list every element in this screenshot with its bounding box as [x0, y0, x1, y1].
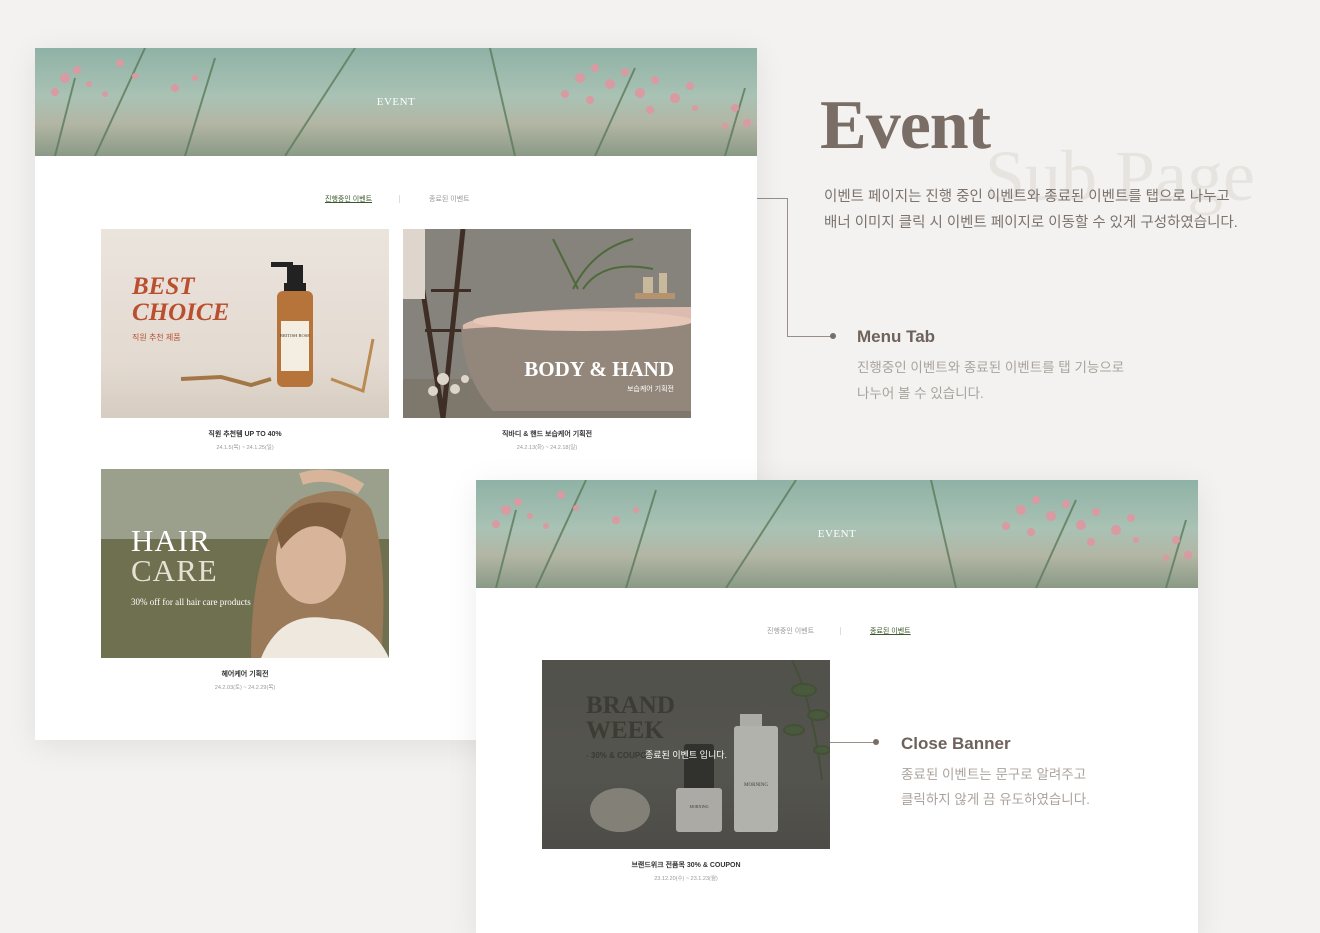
event-date: 24.2.03(토) ~ 24.2.29(목)	[214, 685, 276, 691]
event-card-hair-care[interactable]: HAIR CARE 30% off for all hair care prod…	[101, 469, 389, 691]
event-title: 브랜드위크 전품목 30% & COUPON	[631, 862, 741, 869]
hero-title: EVENT	[376, 96, 416, 108]
menu-tab-desc-2: 나누어 볼 수 있습니다.	[857, 386, 984, 401]
page-description: 이벤트 페이지는 진행 중인 이벤트와 종료된 이벤트를 탭으로 나누고 배너 …	[824, 189, 1238, 231]
tab-divider	[399, 195, 400, 203]
menu-tab-title: Menu Tab	[857, 327, 936, 346]
page-heading: Event	[820, 87, 991, 164]
event-title[interactable]: 직바디 & 핸드 보습케어 기획전	[403, 429, 691, 439]
hero-banner: EVENT	[35, 48, 757, 156]
tab-closed-events[interactable]: 종료된 이벤트	[429, 194, 470, 204]
event-title[interactable]: 직원 추천템 UP TO 40%	[101, 429, 389, 439]
event-banner-image[interactable]: BEST CHOICE 직원 추천 제품 BRITISH ROSE	[101, 229, 389, 418]
event-date: 23.12.20(수) ~ 23.1.23(월)	[654, 876, 718, 882]
product-bottle-illustration: BRITISH ROSE	[180, 262, 375, 394]
close-banner-dot	[873, 739, 879, 745]
close-banner-title: Close Banner	[901, 734, 1011, 753]
event-card-best-choice[interactable]: BEST CHOICE 직원 추천 제품 BRITISH ROSE 직원 추천템…	[101, 229, 389, 451]
hero-title: EVENT	[817, 528, 857, 540]
banner-subtitle: 30% off for all hair care products	[131, 597, 251, 607]
closed-event-label: 종료된 이벤트 입니다.	[644, 750, 728, 760]
event-date: 24.1.5(목) ~ 24.1.25(일)	[216, 445, 274, 451]
event-title[interactable]: 헤어케어 기획전	[101, 669, 389, 679]
banner-subtitle: 보습케어 기획전	[626, 386, 674, 393]
menu-tab-desc-1: 진행중인 이벤트와 종료된 이벤트를 탭 기능으로	[857, 360, 1125, 375]
hero-banner: EVENT	[476, 480, 1198, 588]
event-banner-image-closed: MORNING MORNING BRAND WEEK - 30% & COUPO…	[542, 660, 830, 849]
banner-headline: HAIR CARE	[131, 523, 218, 588]
menu-tab-bar: 진행중인 이벤트 종료된 이벤트	[476, 626, 1198, 640]
tab-ongoing-events[interactable]: 진행중인 이벤트	[767, 626, 814, 636]
banner-headline: BODY & HAND	[524, 357, 674, 381]
tab-divider	[840, 627, 841, 635]
event-card-body-hand[interactable]: BODY & HAND 보습케어 기획전 직바디 & 핸드 보습케어 기획전 2…	[403, 229, 691, 451]
menu-tab-dot	[830, 333, 836, 339]
event-banner-image[interactable]: HAIR CARE 30% off for all hair care prod…	[101, 469, 389, 658]
menu-tab-leader-line-vertical	[787, 198, 788, 336]
menu-tab-leader-line-end	[787, 336, 833, 337]
tab-ongoing-events[interactable]: 진행중인 이벤트	[325, 194, 372, 204]
tab-closed-events[interactable]: 종료된 이벤트	[870, 626, 911, 636]
menu-tab-bar: 진행중인 이벤트 종료된 이벤트	[35, 194, 757, 208]
close-banner-desc-2: 클릭하지 않게 끔 유도하였습니다.	[901, 792, 1090, 807]
bottle-label: BRITISH ROSE	[280, 333, 310, 338]
close-banner-desc-1: 종료된 이벤트는 문구로 알려주고	[901, 767, 1087, 782]
close-banner-leader-line	[830, 742, 876, 743]
closed-events-page: EVENT 진행중인 이벤트 종료된 이벤트 MORNING MORNING B…	[476, 480, 1198, 933]
event-card-brand-week: MORNING MORNING BRAND WEEK - 30% & COUPO…	[542, 660, 830, 882]
event-banner-image[interactable]: BODY & HAND 보습케어 기획전	[403, 229, 691, 418]
event-date: 24.2.13(화) ~ 24.2.18(일)	[516, 445, 578, 451]
